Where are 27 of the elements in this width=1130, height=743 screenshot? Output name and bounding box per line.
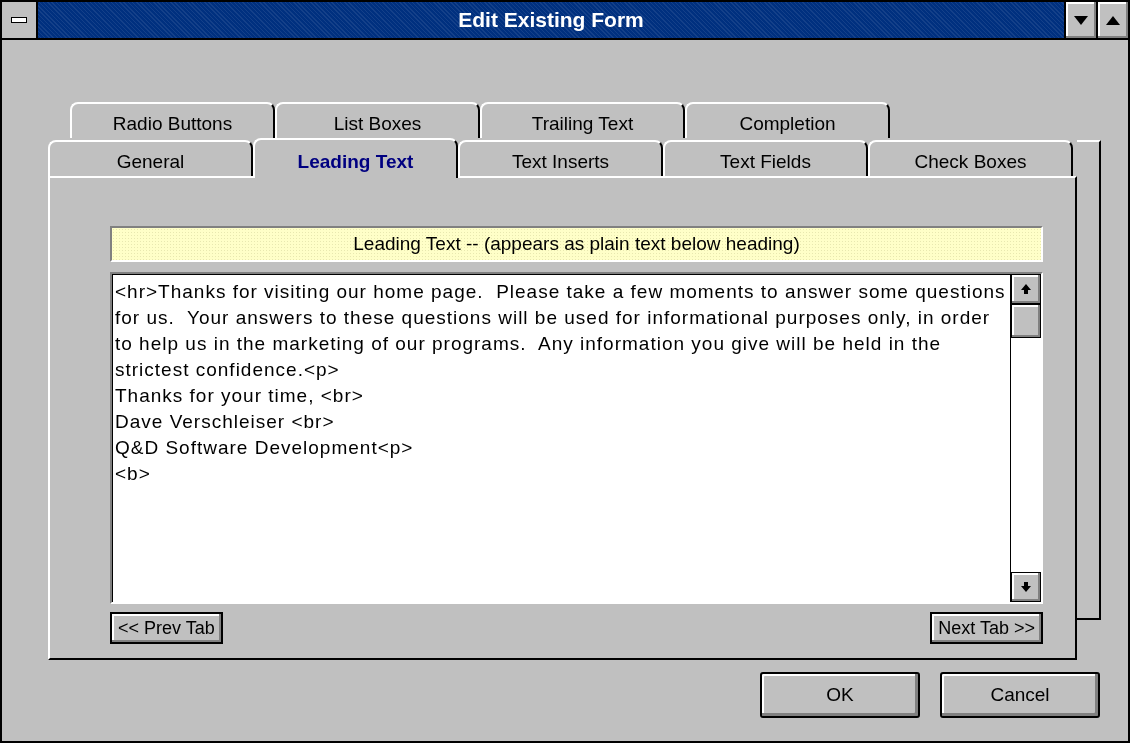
section-heading: Leading Text -- (appears as plain text below heading): [110, 226, 1043, 262]
minus-icon: [11, 17, 27, 23]
tab[interactable]: Check Boxes: [868, 140, 1073, 176]
next-tab-button[interactable]: Next Tab >>: [930, 612, 1043, 644]
down-arrow-icon: [1020, 581, 1032, 593]
scroll-up-button[interactable]: [1011, 274, 1041, 304]
tab[interactable]: Completion: [685, 102, 890, 138]
minimize-button[interactable]: [1064, 2, 1096, 38]
up-arrow-icon: [1020, 283, 1032, 295]
maximize-button[interactable]: [1096, 2, 1128, 38]
tab[interactable]: Trailing Text: [480, 102, 685, 138]
scroll-down-button[interactable]: [1011, 572, 1041, 602]
tab[interactable]: Text Inserts: [458, 140, 663, 176]
tab[interactable]: Text Fields: [663, 140, 868, 176]
prev-tab-button[interactable]: << Prev Tab: [110, 612, 223, 644]
tab[interactable]: General: [48, 140, 253, 176]
tab[interactable]: Radio Buttons: [70, 102, 275, 138]
vertical-scrollbar[interactable]: [1010, 274, 1041, 602]
tab[interactable]: Leading Text: [253, 138, 458, 178]
tab[interactable]: List Boxes: [275, 102, 480, 138]
cancel-button[interactable]: Cancel: [940, 672, 1100, 718]
window-title: Edit Existing Form: [457, 7, 645, 33]
scroll-thumb[interactable]: [1011, 304, 1041, 338]
ok-button[interactable]: OK: [760, 672, 920, 718]
down-triangle-icon: [1074, 15, 1088, 25]
up-triangle-icon: [1106, 15, 1120, 25]
system-menu-button[interactable]: [2, 2, 38, 38]
